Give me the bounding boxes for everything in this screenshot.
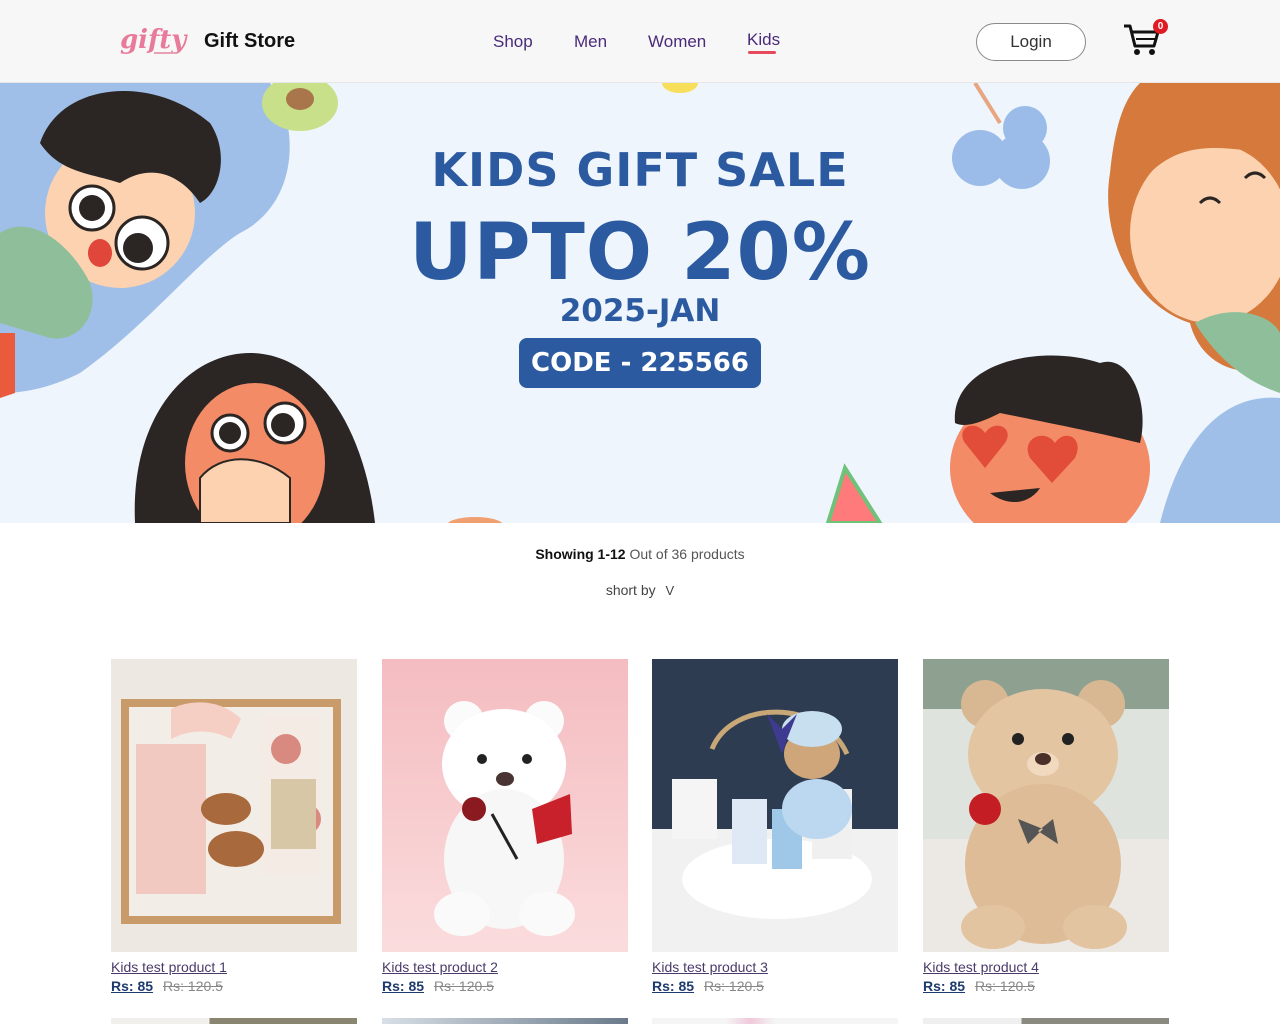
product-card[interactable]: Kids test product 1 Rs: 85 Rs: 120.5 [111,659,357,994]
current-price: Rs: 85 [652,978,695,994]
current-price: Rs: 85 [923,978,966,994]
product-image-white-bear[interactable] [382,659,628,952]
banner-headline: KIDS GIFT SALE [431,143,849,197]
product-name-link[interactable]: Kids test product 4 [923,959,1169,975]
banner-date: 2025-JAN [559,293,721,329]
product-card[interactable]: Kids test product 4 Rs: 85 Rs: 120.5 [923,659,1169,994]
old-price: Rs: 120.5 [434,978,494,994]
sort-dropdown[interactable]: short by V [0,582,1280,598]
product-name-link[interactable]: Kids test product 2 [382,959,628,975]
results-count: Showing 1-12 Out of 36 products [0,546,1280,562]
site-header: gifty Gift Store Shop Men Women Kids Log… [0,0,1280,83]
product-image-baby-basket[interactable] [652,659,898,952]
cart-count-badge: 0 [1153,19,1168,34]
svg-text:gifty: gifty [120,25,188,55]
nav-shop[interactable]: Shop [493,32,533,52]
active-nav-indicator [748,51,776,54]
product-card-peek [382,1018,628,1024]
product-name-link[interactable]: Kids test product 1 [111,959,357,975]
product-price: Rs: 85 Rs: 120.5 [382,978,628,994]
promo-banner[interactable]: KIDS GIFT SALE UPTO 20% 2025-JAN CODE - … [0,83,1280,523]
product-card-peek [652,1018,898,1024]
old-price: Rs: 120.5 [975,978,1035,994]
product-card[interactable]: Kids test product 2 Rs: 85 Rs: 120.5 [382,659,628,994]
gifty-logo[interactable]: gifty [118,22,190,60]
results-range: Showing 1-12 [535,546,626,562]
promo-code-badge: CODE - 225566 [519,338,761,388]
current-price: Rs: 85 [111,978,154,994]
chevron-down-icon[interactable]: V [666,583,675,598]
product-price: Rs: 85 Rs: 120.5 [923,978,1169,994]
sort-label: short by [605,582,656,598]
results-total: Out of 36 products [625,546,745,562]
product-card-peek [923,1018,1169,1024]
old-price: Rs: 120.5 [704,978,764,994]
product-name-link[interactable]: Kids test product 3 [652,959,898,975]
nav-women[interactable]: Women [648,32,706,52]
product-image-gift-box[interactable] [111,659,357,952]
banner-discount: UPTO 20% [409,208,871,298]
product-image-brown-bear[interactable] [923,659,1169,952]
brand-name: Gift Store [204,30,296,52]
current-price: Rs: 85 [382,978,425,994]
nav-kids[interactable]: Kids [747,30,780,50]
old-price: Rs: 120.5 [163,978,223,994]
product-price: Rs: 85 Rs: 120.5 [111,978,357,994]
product-price: Rs: 85 Rs: 120.5 [652,978,898,994]
login-button[interactable]: Login [976,23,1086,61]
product-card[interactable]: Kids test product 3 Rs: 85 Rs: 120.5 [652,659,898,994]
nav-men[interactable]: Men [574,32,607,52]
product-card-peek [111,1018,357,1024]
